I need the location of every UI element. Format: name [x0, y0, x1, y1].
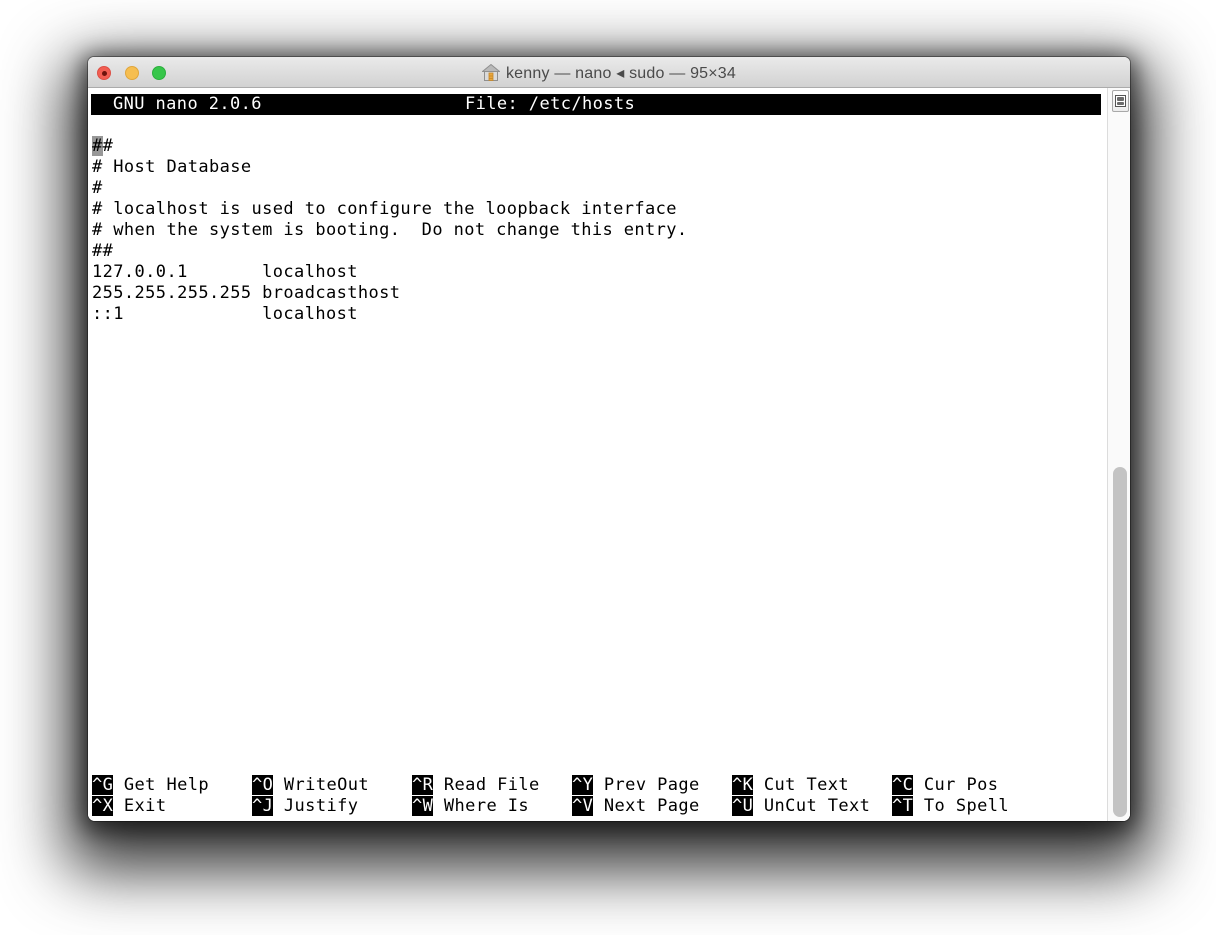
shortcut-writeout: ^O WriteOut — [252, 775, 412, 796]
editor-line: # when the system is booting. Do not cha… — [92, 220, 688, 240]
nano-version-label: GNU nano 2.0.6 — [113, 94, 262, 114]
shortcut-label: Next Page — [593, 796, 700, 816]
shortcut-key: ^Y — [572, 775, 594, 795]
shortcut-key: ^W — [412, 796, 434, 816]
shortcut-label: Get Help — [113, 775, 209, 795]
shortcut-label: To Spell — [913, 796, 1009, 816]
shortcut-cut-text: ^K Cut Text — [732, 775, 892, 796]
shortcut-key: ^C — [892, 775, 914, 795]
shortcut-label: Exit — [113, 796, 167, 816]
window-title: kenny — nano ◂ sudo — 95×34 — [505, 64, 737, 82]
shortcut-uncut-text: ^U UnCut Text — [732, 796, 892, 817]
editor-line: # Host Database — [92, 157, 252, 177]
shortcut-key: ^K — [732, 775, 754, 795]
title-area: kenny — nano ◂ sudo — 95×34 — [88, 57, 1130, 88]
shortcut-label: Cut Text — [753, 775, 849, 795]
shortcut-label: Cur Pos — [913, 775, 999, 795]
editor-line: ## — [92, 241, 114, 261]
window-titlebar[interactable]: kenny — nano ◂ sudo — 95×34 — [88, 57, 1130, 88]
terminal-content[interactable]: GNU nano 2.0.6 File: /etc/hosts ## # Host… — [88, 88, 1130, 821]
editor-lines[interactable]: ## # Host Database # # localhost is used to… — [92, 136, 688, 325]
shortcut-key: ^X — [92, 796, 114, 816]
shortcut-justify: ^J Justify — [252, 796, 412, 817]
shortcut-label: WriteOut — [273, 775, 369, 795]
editor-line: ## — [92, 136, 114, 156]
shortcut-row-1: ^G Get Help ^O WriteOut ^R Read File ^Y Pre… — [92, 775, 1102, 796]
editor-line: ::1 localhost — [92, 304, 358, 324]
editor-line: # — [92, 178, 103, 198]
terminal-window: kenny — nano ◂ sudo — 95×34 GNU nano 2.0… — [88, 57, 1130, 821]
shortcut-row-2: ^X Exit ^J Justify ^W Where Is ^V Next Page… — [92, 796, 1102, 817]
split-pane-button[interactable] — [1112, 90, 1129, 112]
home-folder-icon[interactable] — [481, 64, 500, 81]
shortcut-label: UnCut Text — [753, 796, 871, 816]
nano-header-bar: GNU nano 2.0.6 File: /etc/hosts — [91, 94, 1101, 115]
editor-line: 255.255.255.255 broadcasthost — [92, 283, 401, 303]
split-pane-icon — [1115, 95, 1126, 107]
shortcut-get-help: ^G Get Help — [92, 775, 252, 796]
shortcut-prev-page: ^Y Prev Page — [572, 775, 732, 796]
scrollbar-track[interactable] — [1107, 88, 1130, 821]
shortcut-read-file: ^R Read File — [412, 775, 572, 796]
shortcut-key: ^R — [412, 775, 434, 795]
shortcut-key: ^O — [252, 775, 274, 795]
scrollbar-thumb[interactable] — [1113, 467, 1127, 817]
shortcut-key: ^G — [92, 775, 114, 795]
shortcut-label: Justify — [273, 796, 359, 816]
editor-line: 127.0.0.1 localhost — [92, 262, 358, 282]
shortcut-key: ^J — [252, 796, 274, 816]
shortcut-where-is: ^W Where Is — [412, 796, 572, 817]
shortcut-exit: ^X Exit — [92, 796, 252, 817]
nano-shortcut-footer: ^G Get Help ^O WriteOut ^R Read File ^Y Pre… — [92, 775, 1102, 817]
shortcut-key: ^V — [572, 796, 594, 816]
shortcut-to-spell: ^T To Spell — [892, 796, 1009, 817]
shortcut-cur-pos: ^C Cur Pos — [892, 775, 998, 796]
shortcut-key: ^T — [892, 796, 914, 816]
editor-line: # localhost is used to configure the loo… — [92, 199, 677, 219]
shortcut-next-page: ^V Next Page — [572, 796, 732, 817]
shortcut-label: Read File — [433, 775, 540, 795]
shortcut-label: Prev Page — [593, 775, 700, 795]
shortcut-label: Where Is — [433, 796, 529, 816]
shortcut-key: ^U — [732, 796, 754, 816]
text-cursor: # — [92, 136, 103, 156]
nano-file-label: File: /etc/hosts — [465, 94, 636, 114]
